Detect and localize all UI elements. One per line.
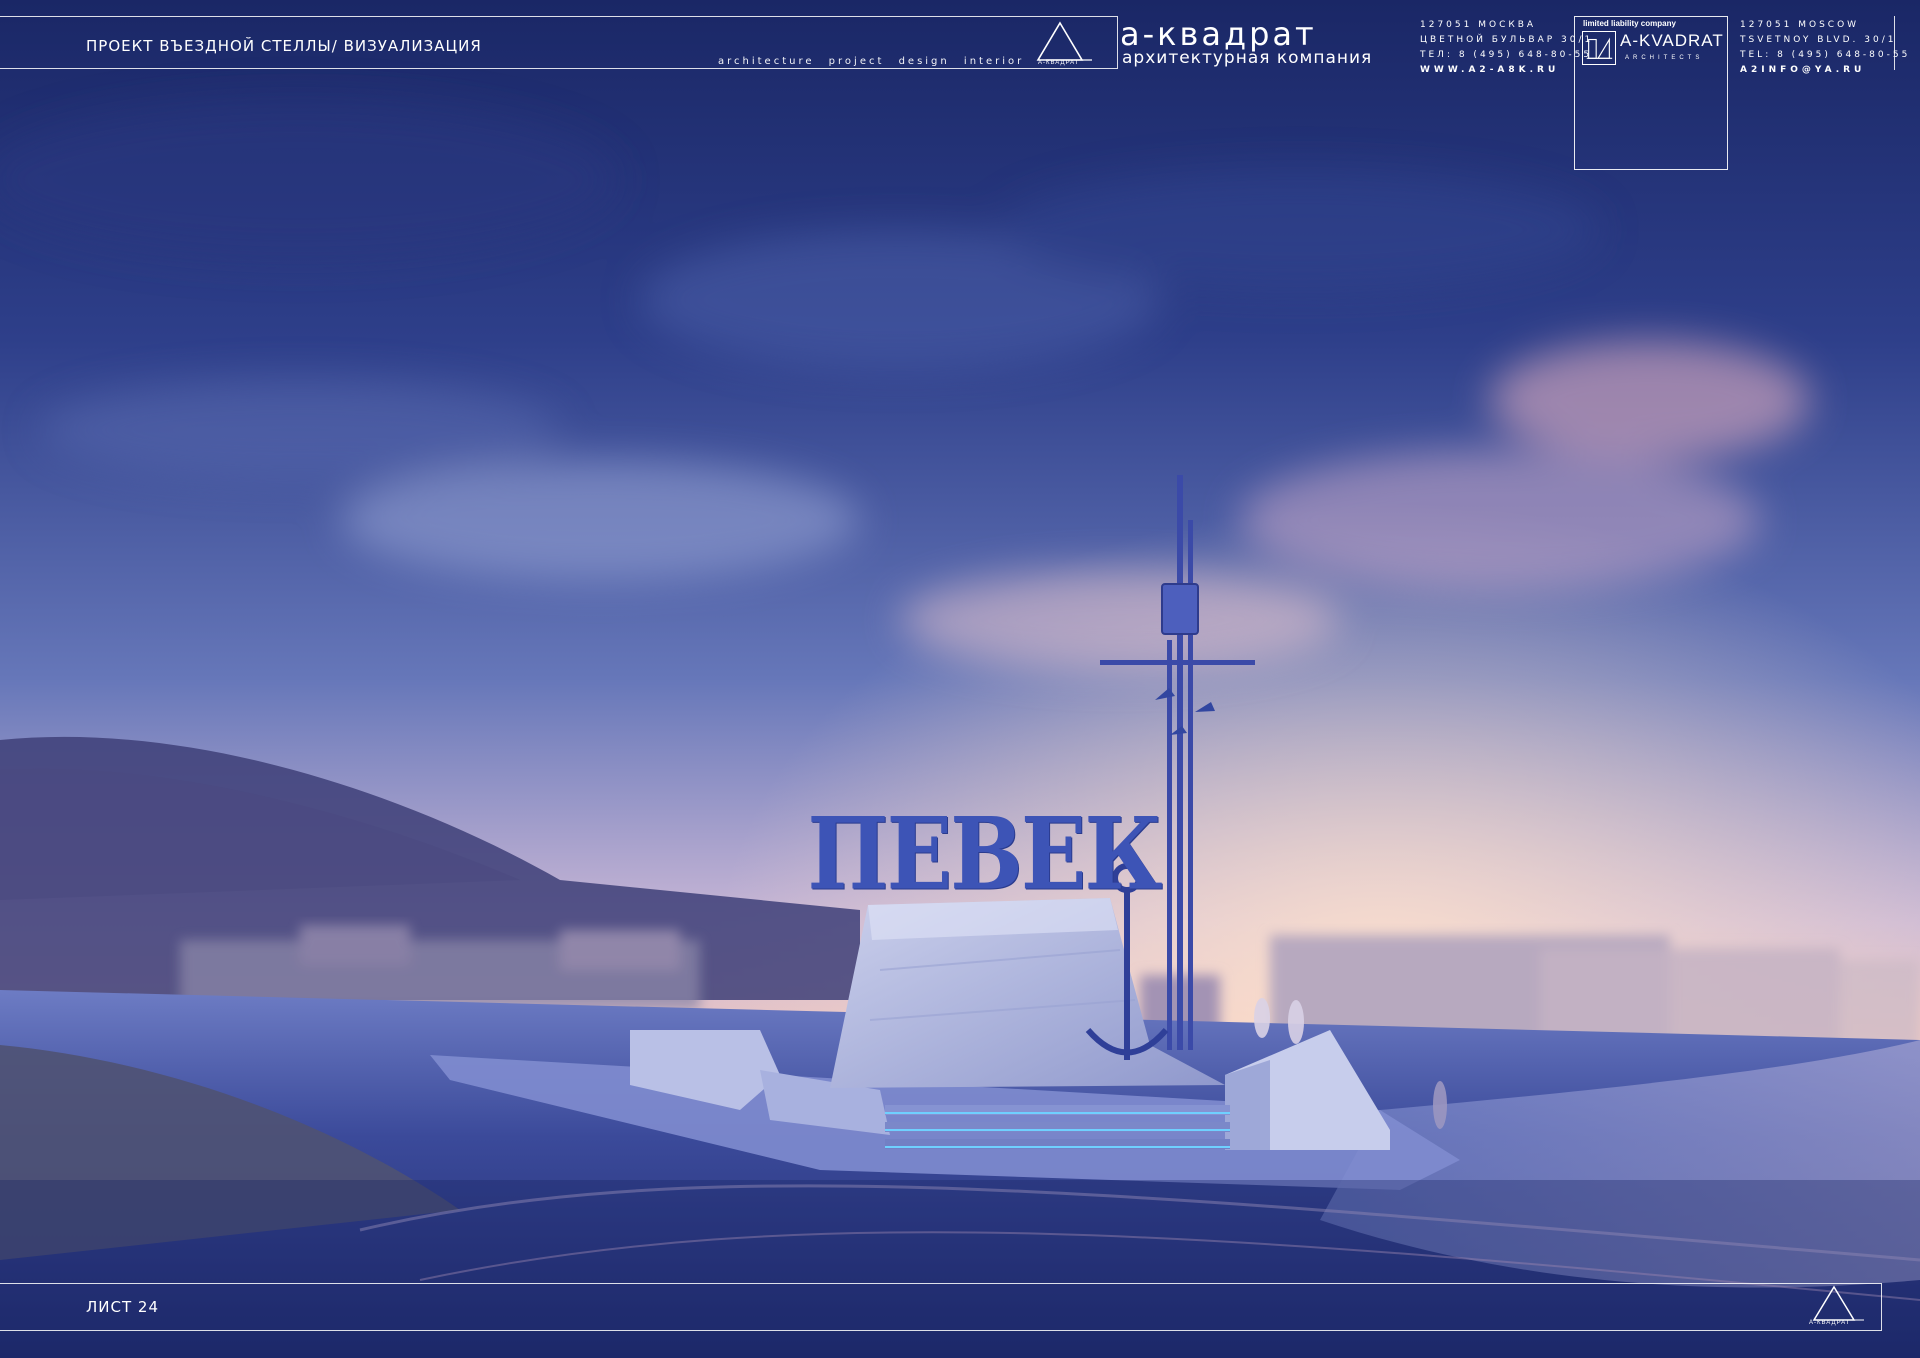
building-logo-icon xyxy=(1582,31,1616,65)
header-right-divider xyxy=(1894,16,1895,70)
footer-frame xyxy=(0,1283,1882,1331)
stamp-sub: ARCHITECTS xyxy=(1625,55,1704,61)
contacts-en-line3: TEL: 8 (495) 648-80-55 xyxy=(1740,50,1911,60)
sign-text: ПЕВЕК xyxy=(807,796,1162,913)
steps xyxy=(885,1105,1230,1149)
sign-lettering: ПЕВЕК xyxy=(807,798,1162,904)
company-tagline: architecture project design interior xyxy=(718,56,1025,67)
contacts-en-line2: TSVETNOY BLVD. 30/1 xyxy=(1740,35,1897,45)
website-link[interactable]: WWW.A2-A8K.RU xyxy=(1420,63,1593,78)
contacts-ru: 127051 МОСКВА ЦВЕТНОЙ БУЛЬВАР 30/1 ТЕЛ: … xyxy=(1420,18,1593,78)
visualization-scene xyxy=(0,0,1920,1358)
email-link[interactable]: A2INFO@YA.RU xyxy=(1740,63,1910,78)
sheet-number: ЛИСТ 24 xyxy=(86,1298,159,1316)
stamp-top-text: limited liability company xyxy=(1583,19,1676,28)
contacts-en-line1: 127051 MOSCOW xyxy=(1740,20,1860,30)
contacts-ru-line3: ТЕЛ: 8 (495) 648-80-55 xyxy=(1420,50,1593,60)
logo-caption: А-КВАДРАТ xyxy=(1038,60,1080,66)
company-subtitle: архитектурная компания xyxy=(1122,48,1373,68)
sheet-title: ПРОЕКТ ВЪЕЗДНОЙ СТЕЛЛЫ/ ВИЗУАЛИЗАЦИЯ xyxy=(86,37,482,55)
company-name: а-квадрат xyxy=(1120,15,1317,53)
contacts-en: 127051 MOSCOW TSVETNOY BLVD. 30/1 TEL: 8… xyxy=(1740,18,1910,78)
footer-logo-caption: А-КВАДРАТ xyxy=(1809,1320,1851,1326)
company-stamp: limited liability company A-KVADRAT ARCH… xyxy=(1574,16,1728,170)
stamp-name: A-KVADRAT xyxy=(1620,31,1724,50)
contacts-ru-line2: ЦВЕТНОЙ БУЛЬВАР 30/1 xyxy=(1420,35,1594,45)
contacts-ru-line1: 127051 МОСКВА xyxy=(1420,20,1537,30)
